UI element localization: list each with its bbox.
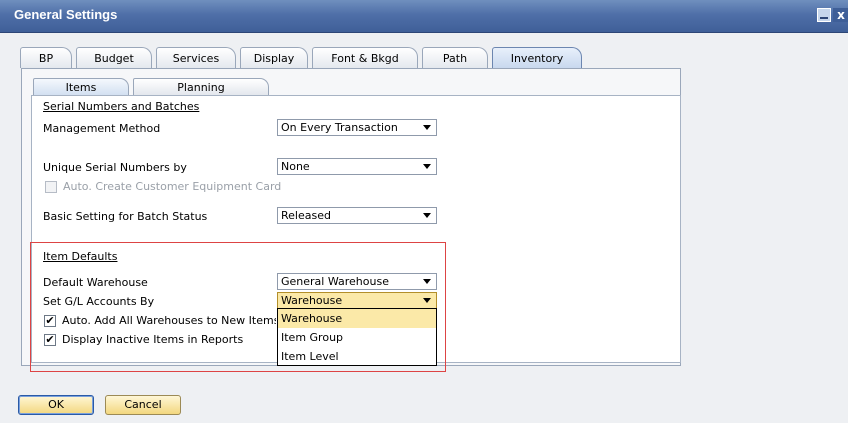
title-bar: General Settings x [0,0,848,33]
dropdown-option-warehouse[interactable]: Warehouse [278,309,436,328]
subtab-planning[interactable]: Planning [133,78,269,95]
auto-equipment-label: Auto. Create Customer Equipment Card [63,180,282,193]
dropdown-arrow-icon[interactable] [423,213,431,218]
cancel-button[interactable]: Cancel [105,395,181,415]
tab-budget[interactable]: Budget [76,47,152,68]
tab-path[interactable]: Path [422,47,488,68]
dropdown-arrow-icon[interactable] [423,279,431,284]
unique-serial-label: Unique Serial Numbers by [43,161,187,174]
dropdown-arrow-icon[interactable] [423,125,431,130]
auto-add-warehouses-checkbox[interactable]: ✔ [44,315,56,327]
auto-add-warehouses-label: Auto. Add All Warehouses to New Items [62,314,276,327]
batch-status-label: Basic Setting for Batch Status [43,210,208,223]
ok-button[interactable]: OK [18,395,94,415]
auto-equipment-checkbox [45,181,57,193]
dropdown-option-item-group[interactable]: Item Group [278,328,436,347]
tab-inventory[interactable]: Inventory [492,47,582,68]
serial-heading: Serial Numbers and Batches [43,100,200,113]
unique-serial-select[interactable]: None [277,158,437,175]
window-title: General Settings [14,7,118,22]
dropdown-arrow-icon[interactable] [423,298,431,303]
dropdown-arrow-icon[interactable] [423,164,431,169]
management-method-select[interactable]: On Every Transaction [277,119,437,136]
tab-services[interactable]: Services [156,47,236,68]
gl-accounts-dropdown-list: Warehouse Item Group Item Level [277,308,437,366]
batch-status-select[interactable]: Released [277,207,437,224]
display-inactive-label: Display Inactive Items in Reports [62,333,244,346]
gl-accounts-value: Warehouse [281,294,343,307]
close-icon[interactable]: x [833,8,848,22]
checkmark-icon: ✔ [45,333,55,346]
batch-status-value: Released [281,209,331,222]
default-warehouse-value: General Warehouse [281,275,389,288]
dropdown-option-item-level[interactable]: Item Level [278,347,436,366]
management-method-value: On Every Transaction [281,121,398,134]
gl-accounts-label: Set G/L Accounts By [43,295,155,308]
item-defaults-heading: Item Defaults [43,250,118,263]
unique-serial-value: None [281,160,310,173]
tab-display[interactable]: Display [240,47,308,68]
display-inactive-checkbox[interactable]: ✔ [44,334,56,346]
tab-bp[interactable]: BP [20,47,72,68]
default-warehouse-select[interactable]: General Warehouse [277,273,437,290]
default-warehouse-label: Default Warehouse [43,276,148,289]
gl-accounts-select[interactable]: Warehouse [277,292,437,309]
subtab-items[interactable]: Items [33,78,129,95]
minimize-icon[interactable] [817,8,831,22]
tab-font-bkgd[interactable]: Font & Bkgd [312,47,418,68]
checkmark-icon: ✔ [45,314,55,327]
management-method-label: Management Method [43,122,161,135]
